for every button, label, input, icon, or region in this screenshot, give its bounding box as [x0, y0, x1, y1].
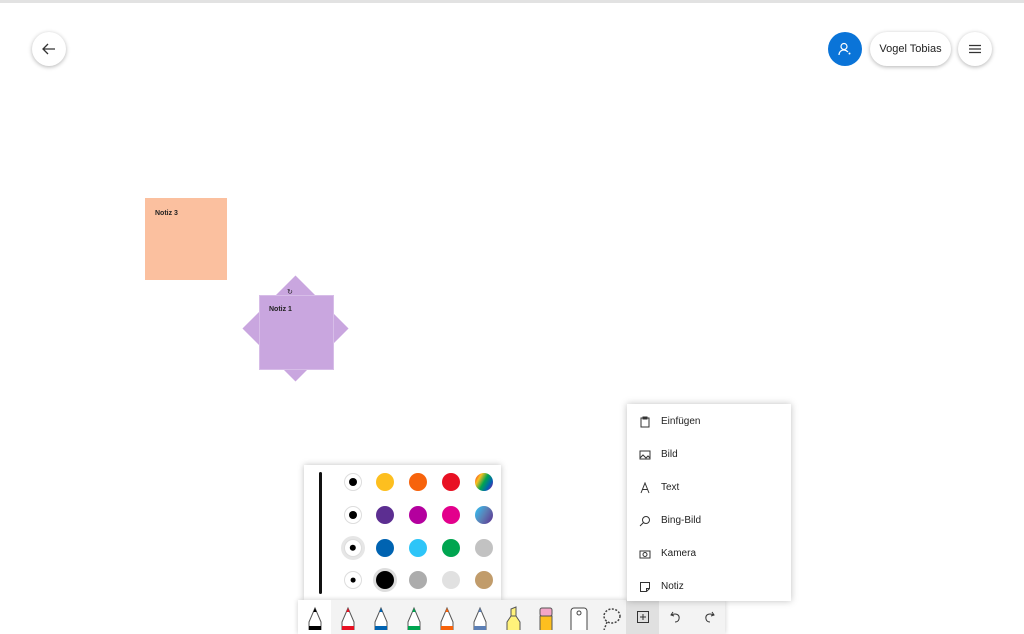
color-swatch[interactable] [475, 473, 493, 491]
sticky-note-1[interactable]: Notiz 1 [259, 295, 334, 370]
pen-icon [407, 606, 420, 630]
note-icon [629, 581, 661, 593]
top-border [0, 0, 1024, 3]
color-swatch[interactable] [409, 571, 427, 589]
color-swatch[interactable] [409, 506, 427, 524]
undo-button[interactable] [659, 600, 692, 634]
menu-item-label: Bild [661, 449, 678, 460]
redo-icon [704, 611, 715, 623]
plus-box-icon [636, 611, 649, 623]
ruler-icon [570, 607, 587, 630]
menu-item-label: Text [661, 482, 680, 493]
color-swatch[interactable] [376, 571, 394, 589]
sticky-note-3[interactable]: Notiz 3 [145, 198, 227, 280]
image-icon [629, 449, 661, 461]
color-swatch[interactable] [409, 539, 427, 557]
tool-pen-rainbow[interactable] [430, 600, 463, 634]
menu-item-kamera[interactable]: Kamera [627, 537, 791, 570]
pen-icon [308, 606, 321, 630]
person-add-icon [838, 42, 851, 56]
pen-icon [473, 606, 486, 630]
stroke-preview [319, 472, 322, 594]
tool-pen-galaxy[interactable] [463, 600, 496, 634]
camera-icon [629, 548, 661, 560]
paste-icon [629, 416, 661, 428]
pen-size-large[interactable] [344, 473, 362, 491]
tool-pen-red[interactable] [331, 600, 364, 634]
color-swatch[interactable] [376, 506, 394, 524]
menu-item-label: Bing-Bild [661, 515, 702, 526]
color-swatch[interactable] [475, 571, 493, 589]
color-swatch[interactable] [442, 571, 460, 589]
arrow-left-icon [42, 43, 55, 55]
undo-icon [669, 611, 680, 623]
color-swatch[interactable] [376, 539, 394, 557]
tool-lasso[interactable] [595, 600, 628, 634]
menu-item-label: Einfügen [661, 416, 701, 427]
pen-icon [374, 606, 387, 630]
search-icon [629, 515, 661, 527]
pen-icon [440, 606, 453, 630]
back-button[interactable] [32, 32, 66, 66]
note-label: Notiz 3 [155, 210, 178, 217]
hamburger-icon [969, 44, 981, 54]
lasso-icon [602, 608, 621, 630]
color-swatch[interactable] [409, 473, 427, 491]
menu-button[interactable] [958, 32, 992, 66]
menu-item-einfügen[interactable]: Einfügen [627, 405, 791, 438]
tool-eraser[interactable] [529, 600, 562, 634]
color-swatch[interactable] [442, 473, 460, 491]
menu-item-text[interactable]: Text [627, 471, 791, 504]
pen-size-selected[interactable] [344, 539, 362, 557]
menu-item-bild[interactable]: Bild [627, 438, 791, 471]
user-name-button[interactable]: Vogel Tobias [870, 32, 951, 66]
pen-palette [304, 465, 501, 600]
pen-size-medium[interactable] [344, 506, 362, 524]
menu-item-label: Notiz [661, 581, 684, 592]
share-button[interactable] [828, 32, 862, 66]
text-icon [629, 481, 661, 494]
insert-menu: Einfügen Bild Text Bing-Bild Kamera Notiz [627, 404, 791, 601]
menu-item-bing-bild[interactable]: Bing-Bild [627, 504, 791, 537]
color-swatch[interactable] [475, 506, 493, 524]
pen-size-small[interactable] [344, 571, 362, 589]
menu-item-label: Kamera [661, 548, 697, 559]
highlighter-icon [506, 606, 520, 630]
tool-pen-green[interactable] [397, 600, 430, 634]
menu-item-notiz[interactable]: Notiz [627, 570, 791, 603]
rotate-handle-icon[interactable]: ↻ [287, 288, 293, 296]
ink-toolbar [298, 600, 725, 634]
color-swatch[interactable] [376, 473, 394, 491]
tool-highlighter-yellow[interactable] [496, 600, 529, 634]
color-swatch[interactable] [442, 539, 460, 557]
redo-button[interactable] [692, 600, 725, 634]
tool-ruler[interactable] [562, 600, 595, 634]
color-swatch[interactable] [442, 506, 460, 524]
add-button[interactable] [626, 600, 659, 634]
note-label: Notiz 1 [269, 306, 292, 313]
tool-pen-blue[interactable] [364, 600, 397, 634]
eraser-icon [539, 607, 552, 630]
pen-icon [341, 606, 354, 630]
tool-ballpoint-pen-black[interactable] [298, 600, 331, 634]
color-swatch[interactable] [475, 539, 493, 557]
